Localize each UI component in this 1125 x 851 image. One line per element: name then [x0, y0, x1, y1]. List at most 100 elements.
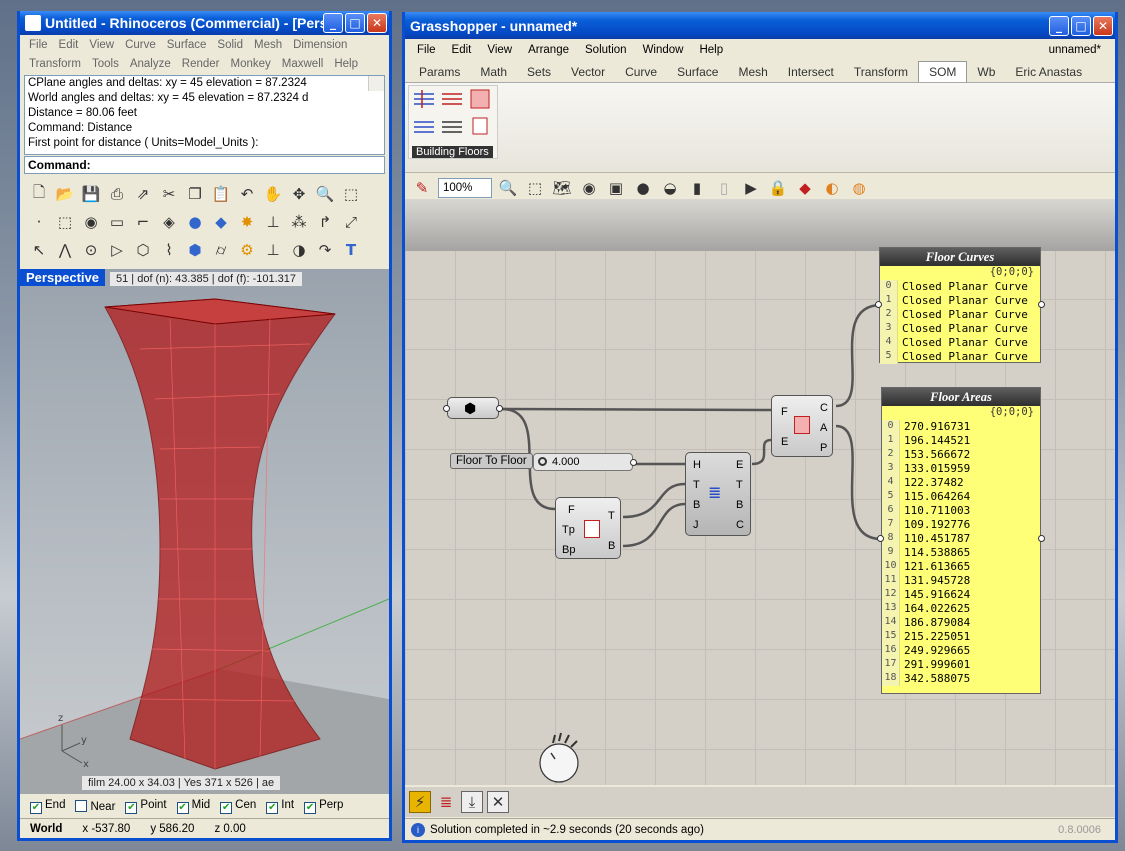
- zoom-window-icon[interactable]: ⬚: [340, 183, 362, 205]
- menu-solution[interactable]: Solution: [577, 44, 635, 56]
- tab-intersect[interactable]: Intersect: [778, 62, 844, 82]
- menu-window[interactable]: Window: [635, 44, 692, 56]
- osnap-perp[interactable]: ✔ Perp: [304, 799, 343, 814]
- menu-file[interactable]: File: [409, 44, 444, 56]
- tab-sets[interactable]: Sets: [517, 62, 561, 82]
- fillet-icon[interactable]: ⌐: [132, 211, 154, 233]
- group-icon[interactable]: ⁂: [288, 211, 310, 233]
- rectangle-icon[interactable]: ▭: [106, 211, 128, 233]
- tower-component[interactable]: F Tp Bp T B: [555, 497, 621, 559]
- polygon-icon[interactable]: ⬡: [132, 239, 154, 261]
- floors-icon[interactable]: ≣: [435, 791, 457, 813]
- surface-icon[interactable]: ◈: [158, 211, 180, 233]
- close-button[interactable]: ✕: [367, 13, 387, 33]
- menu-mesh[interactable]: Mesh: [249, 39, 288, 51]
- pan-icon[interactable]: ✋: [262, 183, 284, 205]
- circle-icon[interactable]: ◉: [80, 211, 102, 233]
- scale-icon[interactable]: ⤢: [340, 211, 362, 233]
- circle-center-icon[interactable]: ⊙: [80, 239, 102, 261]
- menu-transform[interactable]: Transform: [24, 58, 87, 70]
- zoom-level-select[interactable]: 100%: [438, 177, 492, 198]
- save-icon[interactable]: 💾: [80, 183, 102, 205]
- floor-divider-component[interactable]: H T B J E T B C ≣: [685, 452, 751, 536]
- lock-icon[interactable]: 🔒: [767, 177, 789, 199]
- osnap-cen[interactable]: ✔ Cen: [220, 799, 256, 814]
- menu-edit[interactable]: Edit: [54, 39, 85, 51]
- split-icon[interactable]: ⊥: [262, 239, 284, 261]
- undo-icon[interactable]: ↶: [236, 183, 258, 205]
- bake-icon[interactable]: ◍: [848, 177, 870, 199]
- menu-edit[interactable]: Edit: [444, 44, 480, 56]
- command-line[interactable]: Command:: [24, 156, 385, 174]
- disabled-icon[interactable]: ▯: [713, 177, 735, 199]
- slider-output-port[interactable]: [630, 459, 637, 466]
- tab-transform[interactable]: Transform: [844, 62, 918, 82]
- polyline-icon[interactable]: ⋀: [54, 239, 76, 261]
- slider-name[interactable]: Floor To Floor: [450, 453, 533, 469]
- close-icon[interactable]: ✕: [487, 791, 509, 813]
- tab-vector[interactable]: Vector: [561, 62, 615, 82]
- menu-help[interactable]: Help: [691, 44, 731, 56]
- play-icon[interactable]: ▶: [740, 177, 762, 199]
- panel-output-port[interactable]: [1038, 535, 1045, 542]
- grasshopper-icon[interactable]: ⚡: [409, 791, 431, 813]
- battery-icon[interactable]: ▮: [686, 177, 708, 199]
- cylinder-icon[interactable]: ⌭: [210, 239, 232, 261]
- new-file-icon[interactable]: 🗋: [28, 183, 50, 205]
- zoom-extents-icon[interactable]: ⬚: [524, 177, 546, 199]
- geometry-param[interactable]: ⬢: [447, 397, 499, 419]
- floor-area-component[interactable]: F E C A P: [771, 395, 833, 457]
- point-icon[interactable]: ·: [28, 211, 50, 233]
- copy-icon[interactable]: ❐: [184, 183, 206, 205]
- osnap-point[interactable]: ✔ Point: [125, 799, 167, 814]
- param-input-port[interactable]: [443, 405, 450, 412]
- panel-output-port[interactable]: [1038, 301, 1045, 308]
- move-icon[interactable]: ↱: [314, 211, 336, 233]
- perspective-viewport[interactable]: z y x Perspective 51 | dof (n): 43.385 |…: [20, 269, 389, 794]
- trim-icon[interactable]: ⊥: [262, 211, 284, 233]
- tab-mesh[interactable]: Mesh: [728, 62, 777, 82]
- download-icon[interactable]: ⤓: [461, 791, 483, 813]
- close-button[interactable]: ✕: [1093, 15, 1113, 36]
- tab-wb[interactable]: Wb: [967, 62, 1005, 82]
- boolean-icon[interactable]: ◑: [288, 239, 310, 261]
- menu-file[interactable]: File: [24, 39, 54, 51]
- tab-som[interactable]: SOM: [918, 61, 968, 82]
- menu-solid[interactable]: Solid: [212, 39, 249, 51]
- helmet-icon[interactable]: ◒: [659, 177, 681, 199]
- export-icon[interactable]: ⇗: [132, 183, 154, 205]
- osnap-mid[interactable]: ✔ Mid: [176, 799, 210, 814]
- gh-title-bar[interactable]: Grasshopper - unnamed* _ □ ✕: [405, 12, 1115, 39]
- preview-shaded-icon[interactable]: ◆: [794, 177, 816, 199]
- tab-math[interactable]: Math: [470, 62, 517, 82]
- floor-curves-panel[interactable]: Floor Curves {0;0;0} 0 Closed Planar Curv…: [879, 247, 1041, 364]
- menu-curve[interactable]: Curve: [120, 39, 162, 51]
- cut-icon[interactable]: ✂: [158, 183, 180, 205]
- menu-tools[interactable]: Tools: [87, 58, 125, 70]
- menu-maxwell[interactable]: Maxwell: [277, 58, 330, 70]
- tab-eric-anastas[interactable]: Eric Anastas: [1005, 62, 1092, 82]
- zoom-icon[interactable]: 🔍: [497, 177, 519, 199]
- tab-params[interactable]: Params: [409, 62, 470, 82]
- menu-analyze[interactable]: Analyze: [125, 58, 177, 70]
- osnap-end[interactable]: ✔ End: [30, 799, 65, 814]
- box-icon[interactable]: ▣: [605, 177, 627, 199]
- minimize-button[interactable]: _: [323, 13, 343, 33]
- box-icon[interactable]: ⬢: [184, 239, 206, 261]
- arc-icon[interactable]: ▷: [106, 239, 128, 261]
- print-icon[interactable]: ⎙: [106, 183, 128, 205]
- open-file-icon[interactable]: 📂: [54, 183, 76, 205]
- map-icon[interactable]: 🗺: [551, 177, 573, 199]
- gear-icon[interactable]: ⚙: [236, 239, 258, 261]
- eye-icon[interactable]: ◉: [578, 177, 600, 199]
- rotate-icon[interactable]: ↷: [314, 239, 336, 261]
- menu-help[interactable]: Help: [329, 58, 364, 70]
- menu-dimension[interactable]: Dimension: [288, 39, 353, 51]
- floor-areas-panel[interactable]: Floor Areas {0;0;0} 0 270.916731 1 196.144…: [881, 387, 1041, 694]
- menu-render[interactable]: Render: [177, 58, 226, 70]
- tab-curve[interactable]: Curve: [615, 62, 667, 82]
- panel-input-port[interactable]: [875, 301, 882, 308]
- param-output-port[interactable]: [496, 405, 503, 412]
- menu-monkey[interactable]: Monkey: [225, 58, 276, 70]
- explode-icon[interactable]: ✸: [236, 211, 258, 233]
